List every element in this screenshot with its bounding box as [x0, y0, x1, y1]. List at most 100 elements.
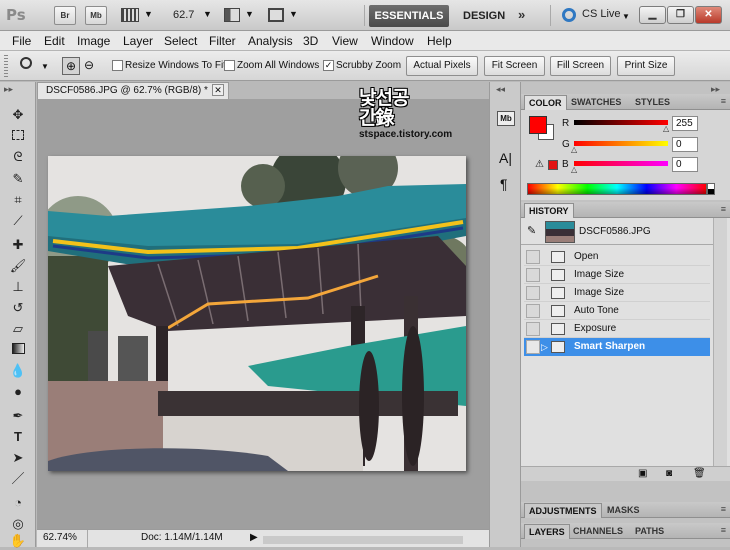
history-step-source-checkbox[interactable]	[526, 340, 540, 354]
zoom-tool-icon[interactable]	[20, 57, 32, 69]
scrubby-zoom-checkbox[interactable]: ✓	[323, 60, 334, 71]
grip-icon[interactable]	[4, 55, 8, 77]
path-selection-tool-icon[interactable]: ➤	[9, 449, 27, 467]
color-spectrum-bar[interactable]	[527, 183, 707, 195]
type-tool-icon[interactable]: T	[9, 428, 27, 446]
new-document-from-state-icon[interactable]: ▣	[638, 468, 647, 479]
gradient-tool-icon[interactable]	[9, 341, 27, 359]
tab-masks[interactable]: MASKS	[603, 503, 644, 518]
menu-file[interactable]: File	[12, 34, 31, 48]
chevron-down-icon[interactable]: ▼	[203, 9, 212, 19]
3d-rotate-tool-icon[interactable]: ◔	[9, 494, 27, 512]
fill-screen-button[interactable]: Fill Screen	[550, 56, 611, 76]
blur-tool-icon[interactable]: 💧	[9, 362, 27, 380]
panel-menu-icon[interactable]: ≡	[721, 525, 726, 535]
more-workspaces-button[interactable]: »	[518, 7, 525, 22]
trash-icon[interactable]: 🗑	[693, 468, 706, 479]
menu-image[interactable]: Image	[77, 34, 110, 48]
horizontal-scrollbar[interactable]	[263, 536, 463, 544]
gamut-warning-icon[interactable]: ⚠	[535, 159, 544, 170]
history-step-source-checkbox[interactable]	[526, 304, 540, 318]
tab-paths[interactable]: PATHS	[631, 524, 668, 539]
eraser-tool-icon[interactable]: ▱	[9, 320, 27, 338]
character-icon[interactable]: A|	[499, 150, 512, 166]
slider-thumb-icon[interactable]: △	[571, 165, 577, 174]
cs-live-button[interactable]: CS Live	[582, 8, 621, 20]
menu-help[interactable]: Help	[427, 34, 452, 48]
panel-menu-icon[interactable]: ≡	[721, 504, 726, 514]
hand-tool-icon[interactable]: ✋	[9, 532, 27, 550]
eyedropper-tool-icon[interactable]: ⟋	[9, 212, 27, 230]
workspace-essentials-button[interactable]: ESSENTIALS	[369, 5, 449, 27]
menu-edit[interactable]: Edit	[44, 34, 65, 48]
tab-history[interactable]: HISTORY	[524, 203, 574, 218]
menu-layer[interactable]: Layer	[123, 34, 153, 48]
marquee-tool-icon[interactable]	[9, 127, 27, 145]
red-slider[interactable]	[574, 120, 668, 125]
chevron-down-icon[interactable]: ▼	[289, 9, 298, 19]
paragraph-icon[interactable]: ¶	[500, 176, 508, 192]
history-step[interactable]: Auto Tone	[524, 302, 710, 320]
restore-icon[interactable]: ❐	[667, 6, 694, 24]
slider-thumb-icon[interactable]: △	[663, 124, 669, 133]
zoom-in-icon[interactable]: ⊕	[62, 57, 80, 75]
document-tab[interactable]: DSCF0586.JPG @ 62.7% (RGB/8) * ✕	[37, 82, 229, 99]
tab-channels[interactable]: CHANNELS	[569, 524, 627, 539]
document-canvas-area[interactable]: 낯선공간錄 stspace.tistory.com	[37, 89, 489, 529]
menu-view[interactable]: View	[332, 34, 358, 48]
quick-selection-tool-icon[interactable]: ✎	[9, 170, 27, 188]
close-icon[interactable]: ✕	[212, 84, 224, 96]
status-menu-arrow-icon[interactable]: ▶	[250, 532, 258, 543]
zoom-all-windows-checkbox[interactable]	[224, 60, 235, 71]
green-value-field[interactable]: 0	[672, 137, 698, 152]
brush-tool-icon[interactable]: 🖌	[9, 257, 27, 275]
history-snapshot-row[interactable]: ✎ DSCF0586.JPG	[521, 218, 713, 245]
clone-stamp-tool-icon[interactable]: ⊥	[9, 278, 27, 296]
screen-mode-icon[interactable]	[268, 8, 284, 22]
history-step-source-checkbox[interactable]	[526, 286, 540, 300]
menu-filter[interactable]: Filter	[209, 34, 236, 48]
healing-brush-tool-icon[interactable]: ✚	[9, 236, 27, 254]
history-step-source-checkbox[interactable]	[526, 250, 540, 264]
menu-3d[interactable]: 3D	[303, 34, 318, 48]
collapse-panel-icon[interactable]: ◂◂	[496, 84, 505, 95]
history-step-source-checkbox[interactable]	[526, 268, 540, 282]
crop-tool-icon[interactable]: ⌗	[9, 191, 27, 209]
history-scrollbar[interactable]	[713, 218, 727, 468]
green-slider[interactable]	[574, 141, 668, 146]
pen-tool-icon[interactable]: ✒	[9, 407, 27, 425]
3d-orbit-tool-icon[interactable]: ◎	[9, 515, 27, 533]
status-zoom-field[interactable]: 62.74%	[43, 532, 77, 543]
zoom-level-field[interactable]: 62.7	[173, 9, 194, 21]
history-brush-source-icon[interactable]: ✎	[527, 224, 536, 237]
tab-styles[interactable]: STYLES	[631, 95, 674, 110]
history-step[interactable]: Exposure	[524, 320, 710, 338]
black-white-swatch[interactable]	[707, 183, 715, 195]
history-step[interactable]: Open	[524, 248, 710, 266]
panel-menu-icon[interactable]: ≡	[721, 96, 726, 106]
print-size-button[interactable]: Print Size	[617, 56, 675, 76]
shape-tool-icon[interactable]: ／	[9, 470, 27, 488]
zoom-out-icon[interactable]: ⊖	[80, 57, 98, 75]
resize-windows-checkbox[interactable]	[112, 60, 123, 71]
history-state-slider-icon[interactable]: ▷	[541, 342, 548, 353]
history-step-selected[interactable]: ▷ Smart Sharpen	[524, 338, 710, 356]
chevron-down-icon[interactable]: ▼	[41, 62, 49, 71]
fit-screen-button[interactable]: Fit Screen	[484, 56, 545, 76]
tab-swatches[interactable]: SWATCHES	[567, 95, 625, 110]
close-icon[interactable]: ✕	[695, 6, 722, 24]
dodge-tool-icon[interactable]: ●	[9, 383, 27, 401]
chevron-down-icon[interactable]: ▼	[622, 12, 630, 21]
arrange-documents-icon[interactable]	[224, 8, 240, 22]
collapse-panel-icon[interactable]: ▸▸	[4, 84, 13, 95]
gamut-color-swatch[interactable]	[548, 160, 558, 170]
history-step[interactable]: Image Size	[524, 266, 710, 284]
minimize-icon[interactable]: ▁	[639, 6, 666, 24]
history-brush-tool-icon[interactable]: ↺	[9, 299, 27, 317]
view-extras-icon[interactable]	[121, 8, 139, 22]
launch-minibridge-button[interactable]: Mb	[85, 6, 107, 25]
tab-adjustments[interactable]: ADJUSTMENTS	[524, 503, 602, 518]
foreground-color-swatch[interactable]	[529, 116, 547, 134]
tab-layers[interactable]: LAYERS	[524, 524, 570, 539]
red-value-field[interactable]: 255	[672, 116, 698, 131]
